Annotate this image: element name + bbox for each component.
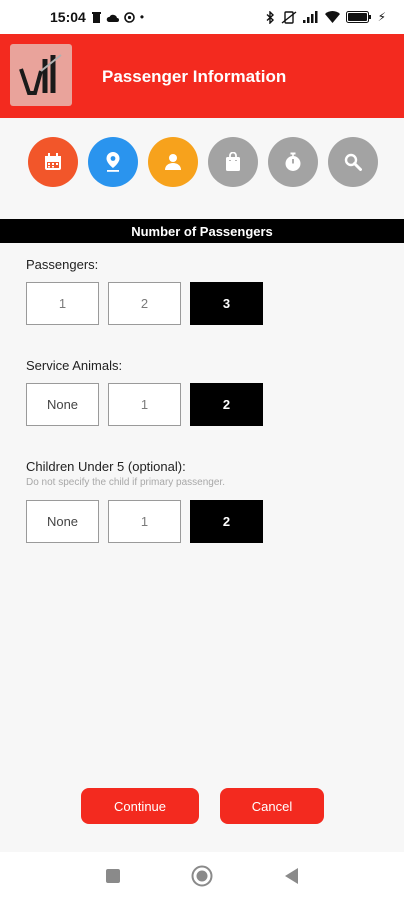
children-option-2[interactable]: 2	[190, 500, 263, 543]
back-triangle-icon	[285, 868, 298, 884]
step-indicator	[0, 137, 404, 187]
step-search[interactable]	[328, 137, 378, 187]
children-option-1[interactable]: 1	[108, 500, 181, 543]
status-time: 15:04	[50, 9, 86, 25]
step-person[interactable]	[148, 137, 198, 187]
step-calendar[interactable]	[28, 137, 78, 187]
passengers-option-1[interactable]: 1	[26, 282, 99, 325]
location-pin-icon	[106, 152, 120, 172]
service-animals-option-none[interactable]: None	[26, 383, 99, 426]
back-button[interactable]	[283, 867, 299, 890]
vibrate-off-icon	[281, 10, 296, 24]
charging-icon: ⚡	[377, 10, 386, 24]
bluetooth-icon	[266, 10, 274, 24]
square-icon	[106, 869, 120, 883]
app-header: Passenger Information	[0, 34, 404, 118]
status-bar: 15:04 • ⚡	[0, 0, 404, 34]
cancel-button[interactable]: Cancel	[220, 788, 324, 824]
continue-button[interactable]: Continue	[81, 788, 199, 824]
wifi-icon	[324, 11, 340, 23]
shopping-bag-icon	[226, 152, 240, 171]
dot-icon: •	[139, 10, 145, 24]
children-note: Do not specify the child if primary pass…	[26, 477, 225, 488]
recents-button[interactable]	[105, 868, 121, 889]
stopwatch-icon	[285, 152, 301, 171]
calendar-icon	[45, 153, 61, 170]
service-animals-option-1[interactable]: 1	[108, 383, 181, 426]
passengers-option-2[interactable]: 2	[108, 282, 181, 325]
home-circle-icon	[191, 865, 213, 887]
status-system-icons: ⚡	[266, 10, 386, 24]
step-timer[interactable]	[268, 137, 318, 187]
person-icon	[165, 154, 181, 170]
passengers-label: Passengers:	[26, 257, 99, 272]
section-header: Number of Passengers	[0, 219, 404, 243]
service-animals-option-2[interactable]: 2	[190, 383, 263, 426]
battery-icon	[345, 11, 371, 23]
children-label: Children Under 5 (optional):	[26, 459, 186, 474]
status-notification-icons: •	[91, 10, 145, 24]
app-logo-icon[interactable]	[10, 44, 72, 106]
step-bag[interactable]	[208, 137, 258, 187]
system-nav-bar	[0, 852, 404, 900]
step-location[interactable]	[88, 137, 138, 187]
page-title: Passenger Information	[102, 67, 287, 86]
signal-icon	[302, 11, 318, 23]
passengers-option-3[interactable]: 3	[190, 282, 263, 325]
children-option-none[interactable]: None	[26, 500, 99, 543]
home-button[interactable]	[191, 865, 213, 892]
cloud-icon	[106, 14, 119, 22]
trash-icon	[91, 11, 101, 23]
search-icon	[344, 153, 362, 171]
settings-small-icon	[124, 11, 135, 23]
service-animals-label: Service Animals:	[26, 358, 123, 373]
